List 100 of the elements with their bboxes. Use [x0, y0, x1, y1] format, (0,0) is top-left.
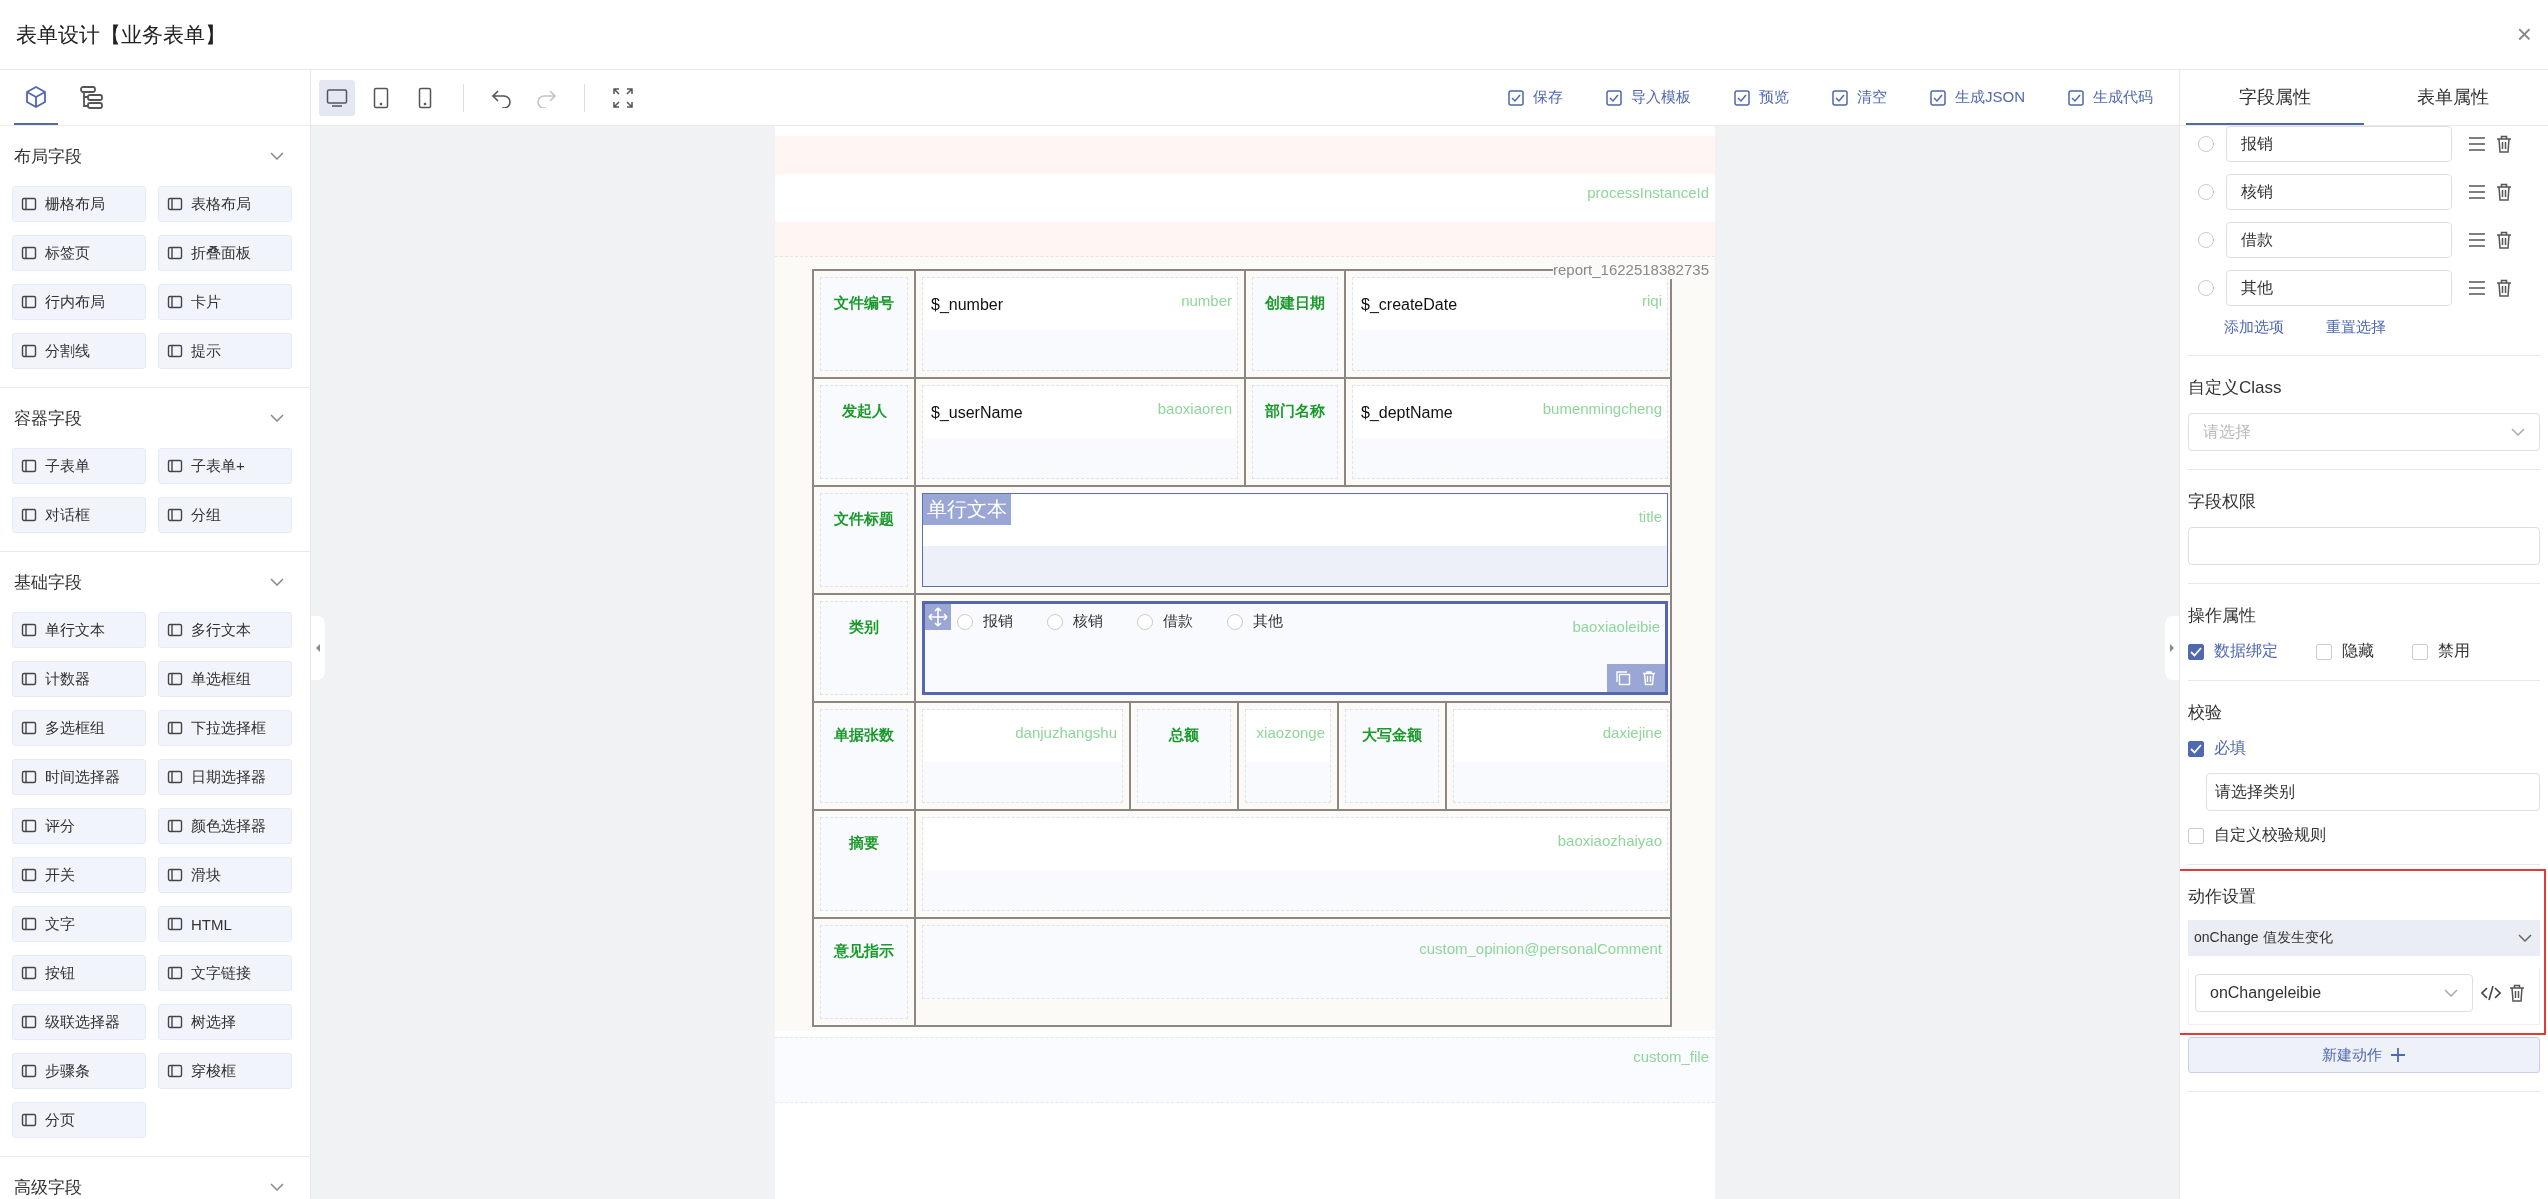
new-action-button[interactable]: 新建动作 — [2188, 1037, 2540, 1073]
delete-icon[interactable] — [2509, 984, 2525, 1002]
checkbox[interactable]: 数据绑定 — [2188, 641, 2278, 662]
palette-item[interactable]: 计数器 — [12, 661, 146, 697]
chevron-down-icon[interactable] — [270, 578, 284, 586]
palette-item[interactable]: 树选择 — [158, 1004, 292, 1040]
delete-icon[interactable] — [2496, 135, 2512, 153]
panel-tab[interactable]: 表单属性 — [2364, 70, 2542, 125]
palette-item[interactable]: 按钮 — [12, 955, 146, 991]
drag-handle-icon[interactable] — [2468, 137, 2486, 151]
text-field[interactable]: $_number number — [922, 277, 1238, 371]
palette-item[interactable]: 文字链接 — [158, 955, 292, 991]
toolbar-action[interactable]: 预览 — [1733, 88, 1789, 107]
widget-icon — [21, 671, 37, 687]
palette-item[interactable]: 时间选择器 — [12, 759, 146, 795]
palette-item[interactable]: 分页 — [12, 1102, 146, 1138]
palette-item[interactable]: 对话框 — [12, 497, 146, 533]
delete-icon[interactable] — [2496, 183, 2512, 201]
delete-icon[interactable] — [2496, 279, 2512, 297]
checkbox[interactable]: 禁用 — [2412, 641, 2470, 662]
handler-select[interactable]: onChangeleibie — [2195, 974, 2473, 1012]
drag-handle-icon[interactable] — [2468, 281, 2486, 295]
palette-item[interactable]: 日期选择器 — [158, 759, 292, 795]
message-input[interactable]: 请选择类别 — [2206, 773, 2540, 811]
chevron-down-icon[interactable] — [270, 1183, 284, 1191]
palette-item[interactable]: 子表单+ — [158, 448, 292, 484]
palette-item[interactable]: 穿梭框 — [158, 1053, 292, 1089]
palette-item[interactable]: 开关 — [12, 857, 146, 893]
collapse-right-handle[interactable] — [2165, 616, 2179, 680]
palette-item[interactable]: 单选框组 — [158, 661, 292, 697]
checkbox[interactable]: 隐藏 — [2316, 641, 2374, 662]
section-label: 操作属性 — [2188, 605, 2257, 627]
toolbar-action[interactable]: 生成代码 — [2067, 88, 2153, 107]
option-input[interactable]: 其他 — [2226, 270, 2452, 306]
palette-item[interactable]: 子表单 — [12, 448, 146, 484]
palette-item[interactable]: 单行文本 — [12, 612, 146, 648]
palette-item[interactable]: 下拉选择框 — [158, 710, 292, 746]
copy-icon[interactable] — [1615, 670, 1631, 686]
option-link[interactable]: 重置选择 — [2326, 318, 2386, 337]
text-field[interactable]: $_deptName bumenmingcheng — [1352, 385, 1668, 479]
checkbox[interactable]: 自定义校验规则 — [2188, 825, 2540, 846]
field-tag: baoxiaoren — [1157, 400, 1232, 417]
code-icon[interactable] — [2481, 985, 2501, 1001]
palette-item[interactable]: HTML — [158, 906, 292, 942]
option-link[interactable]: 添加选项 — [2224, 318, 2284, 337]
toolbar-action[interactable]: 导入模板 — [1605, 88, 1691, 107]
cube-icon — [24, 84, 48, 109]
checkbox-icon — [2067, 88, 2085, 107]
palette-item[interactable]: 文字 — [12, 906, 146, 942]
panel-tab[interactable]: 字段属性 — [2186, 70, 2364, 125]
radio-option[interactable]: 核销 — [1047, 612, 1103, 631]
palette-item[interactable]: 分组 — [158, 497, 292, 533]
chevron-down-icon[interactable] — [270, 414, 284, 422]
event-header[interactable]: onChange 值发生变化 — [2188, 920, 2540, 956]
palette-item[interactable]: 多选框组 — [12, 710, 146, 746]
widget-icon — [167, 671, 183, 687]
option-input[interactable]: 报销 — [2226, 126, 2452, 162]
toolbar-action[interactable]: 清空 — [1831, 88, 1887, 107]
checkbox-icon — [1733, 88, 1751, 107]
delete-icon[interactable] — [2496, 231, 2512, 249]
palette-item[interactable]: 栅格布局 — [12, 186, 146, 222]
palette-item[interactable]: 分割线 — [12, 333, 146, 369]
palette-item[interactable]: 折叠面板 — [158, 235, 292, 271]
close-button[interactable]: × — [2516, 19, 2532, 50]
desktop-view-button[interactable] — [319, 79, 355, 116]
permission-input[interactable] — [2188, 527, 2540, 565]
option-input[interactable]: 借款 — [2226, 222, 2452, 258]
field-label: 意见指示 — [834, 942, 894, 961]
chevron-down-icon[interactable] — [270, 152, 284, 160]
palette-item[interactable]: 卡片 — [158, 284, 292, 320]
move-icon[interactable] — [925, 604, 951, 630]
palette-item[interactable]: 颜色选择器 — [158, 808, 292, 844]
chevron-down-icon — [2518, 934, 2532, 942]
palette-item[interactable]: 表格布局 — [158, 186, 292, 222]
radio-option[interactable]: 借款 — [1137, 612, 1193, 631]
window-title: 表单设计【业务表单】 — [16, 21, 226, 48]
checkbox[interactable]: 必填 — [2188, 738, 2540, 759]
palette-item[interactable]: 级联选择器 — [12, 1004, 146, 1040]
palette-item[interactable]: 步骤条 — [12, 1053, 146, 1089]
palette-item[interactable]: 提示 — [158, 333, 292, 369]
palette-item[interactable]: 滑块 — [158, 857, 292, 893]
text-field[interactable]: $_userName baoxiaoren — [922, 385, 1238, 479]
field-tag: custom_opinion@personalComment — [1419, 940, 1662, 957]
toolbar-action[interactable]: 保存 — [1507, 88, 1563, 107]
radio-option[interactable]: 报销 — [957, 612, 1013, 631]
palette-item[interactable]: 评分 — [12, 808, 146, 844]
palette-item[interactable]: 标签页 — [12, 235, 146, 271]
text-field[interactable]: $_createDate riqi — [1352, 277, 1668, 371]
widget-icon — [21, 1063, 37, 1079]
palette-item[interactable]: 多行文本 — [158, 612, 292, 648]
checkbox-icon — [1929, 88, 1947, 107]
field-tag: title — [1638, 508, 1662, 525]
option-input[interactable]: 核销 — [2226, 174, 2452, 210]
palette-item[interactable]: 行内布局 — [12, 284, 146, 320]
drag-handle-icon[interactable] — [2468, 185, 2486, 199]
radio-group-field[interactable]: 报销 核销 借款 其他 baoxiaoleibie — [922, 601, 1668, 695]
toolbar-action[interactable]: 生成JSON — [1929, 88, 2025, 107]
radio-option[interactable]: 其他 — [1227, 612, 1283, 631]
drag-handle-icon[interactable] — [2468, 233, 2486, 247]
collapse-left-handle[interactable] — [311, 616, 325, 680]
